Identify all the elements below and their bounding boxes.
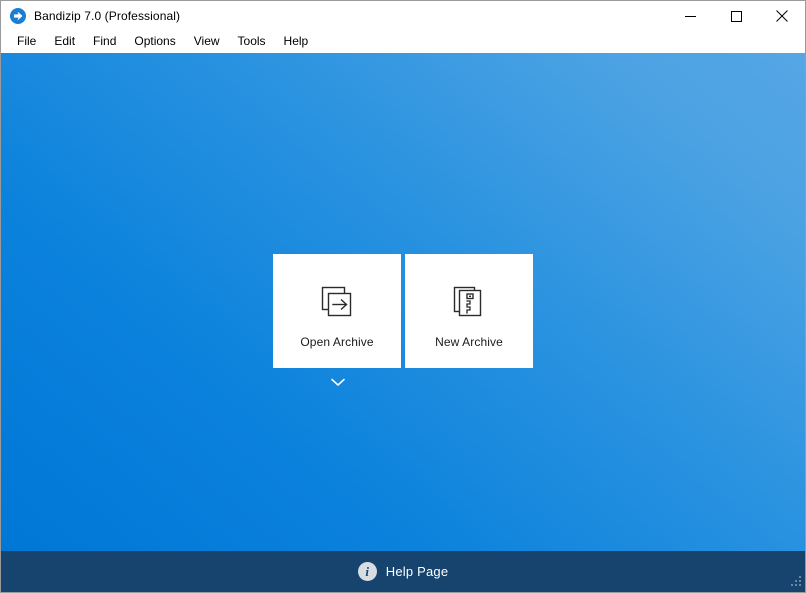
resize-grip-icon[interactable] [789, 576, 802, 589]
open-archive-icon [315, 280, 359, 324]
maximize-button[interactable] [713, 1, 759, 31]
window-title: Bandizip 7.0 (Professional) [34, 9, 181, 23]
info-circle-icon: i [357, 562, 377, 581]
menu-item-find[interactable]: Find [84, 32, 125, 52]
menu-item-options[interactable]: Options [125, 32, 184, 52]
start-actions-panel: Open Archive New Archive [1, 53, 805, 551]
menu-item-help[interactable]: Help [275, 32, 318, 52]
new-archive-card[interactable]: New Archive [405, 254, 533, 368]
chevron-down-icon [331, 378, 345, 386]
expand-recent-button[interactable] [326, 374, 350, 390]
main-canvas: Open Archive New Archive [1, 53, 805, 551]
open-archive-label: Open Archive [300, 335, 374, 349]
menu-item-file[interactable]: File [8, 32, 45, 52]
help-page-label: Help Page [385, 564, 449, 579]
title-bar: Bandizip 7.0 (Professional) [1, 1, 805, 31]
footer-bar: i Help Page [1, 551, 805, 592]
minimize-icon [684, 15, 696, 17]
new-archive-label: New Archive [435, 335, 503, 349]
bandizip-main-window: Bandizip 7.0 (Professional) File Edit Fi… [0, 0, 806, 593]
maximize-icon [730, 10, 742, 22]
menu-item-view[interactable]: View [185, 32, 229, 52]
menu-bar: File Edit Find Options View Tools Help [1, 31, 805, 53]
menu-item-tools[interactable]: Tools [229, 32, 275, 52]
bandizip-logo-icon [10, 8, 26, 24]
minimize-button[interactable] [667, 1, 713, 31]
new-archive-icon [447, 280, 491, 324]
menu-item-edit[interactable]: Edit [45, 32, 84, 52]
open-archive-card[interactable]: Open Archive [273, 254, 401, 368]
close-button[interactable] [759, 1, 805, 31]
action-cards-row: Open Archive New Archive [273, 254, 533, 368]
window-controls [667, 1, 805, 31]
close-icon [776, 10, 788, 22]
help-page-button[interactable]: i Help Page [357, 562, 449, 581]
